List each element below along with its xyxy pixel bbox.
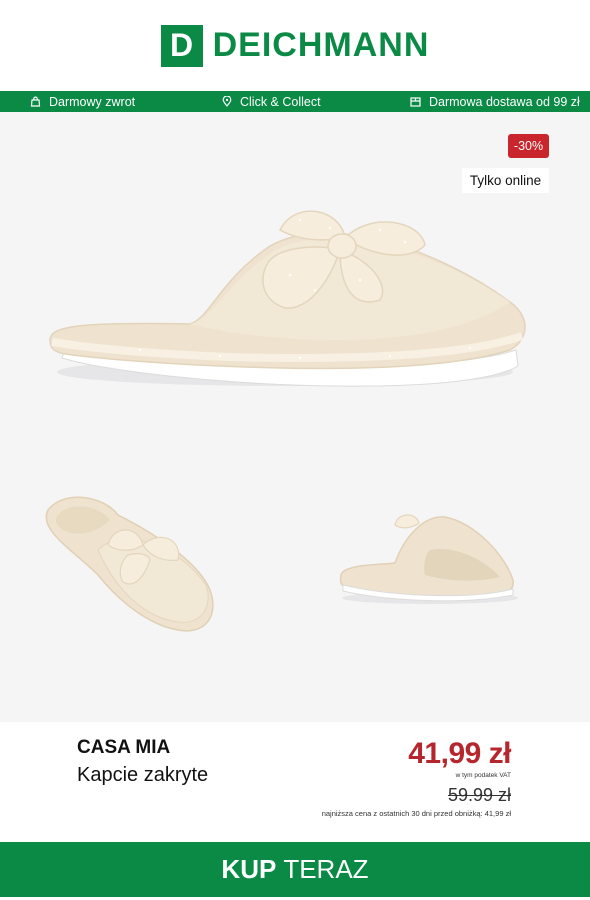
buy-now-button[interactable]: KUP TERAZ — [0, 842, 590, 897]
product-brand: CASA MIA — [77, 737, 171, 758]
benefit-label: Darmowy zwrot — [49, 94, 136, 109]
current-price: 41,99 zł — [408, 737, 511, 770]
lowest-price-note: najniższa cena z ostatnich 30 dni przed … — [321, 809, 511, 818]
product-name: Kapcie zakryte — [77, 764, 209, 786]
product-image-main[interactable] — [40, 190, 530, 400]
return-bag-icon — [30, 96, 41, 107]
cta-label: TERAZ — [283, 854, 369, 884]
header: D DEICHMANN — [0, 0, 590, 91]
product-image-back-view[interactable] — [335, 505, 520, 615]
logo-letter: D — [170, 27, 194, 63]
discount-badge: -30% — [508, 134, 549, 158]
benefit-free-return[interactable]: Darmowy zwrot — [30, 91, 135, 112]
benefits-bar: Darmowy zwrot Click & Collect Darmowa do… — [0, 91, 590, 112]
cta-bold-label: KUP — [221, 854, 277, 884]
benefit-free-delivery[interactable]: Darmowa dostawa od 99 zł — [410, 91, 580, 112]
deichmann-logo[interactable]: D DEICHMANN — [160, 24, 430, 67]
delivery-box-icon — [410, 97, 421, 107]
benefit-label: Darmowa dostawa od 99 zł — [429, 94, 580, 109]
old-price: 59.99 zł — [447, 785, 511, 805]
benefit-click-collect[interactable]: Click & Collect — [222, 91, 321, 112]
logo-wordmark: DEICHMANN — [212, 26, 430, 64]
vat-note: w tym podatek VAT — [455, 772, 511, 779]
product-image-top-view[interactable] — [38, 490, 223, 640]
online-only-badge: Tylko online — [462, 168, 549, 193]
logo-mark: D — [160, 24, 203, 67]
location-pin-icon — [222, 96, 232, 107]
benefit-label: Click & Collect — [240, 94, 321, 109]
